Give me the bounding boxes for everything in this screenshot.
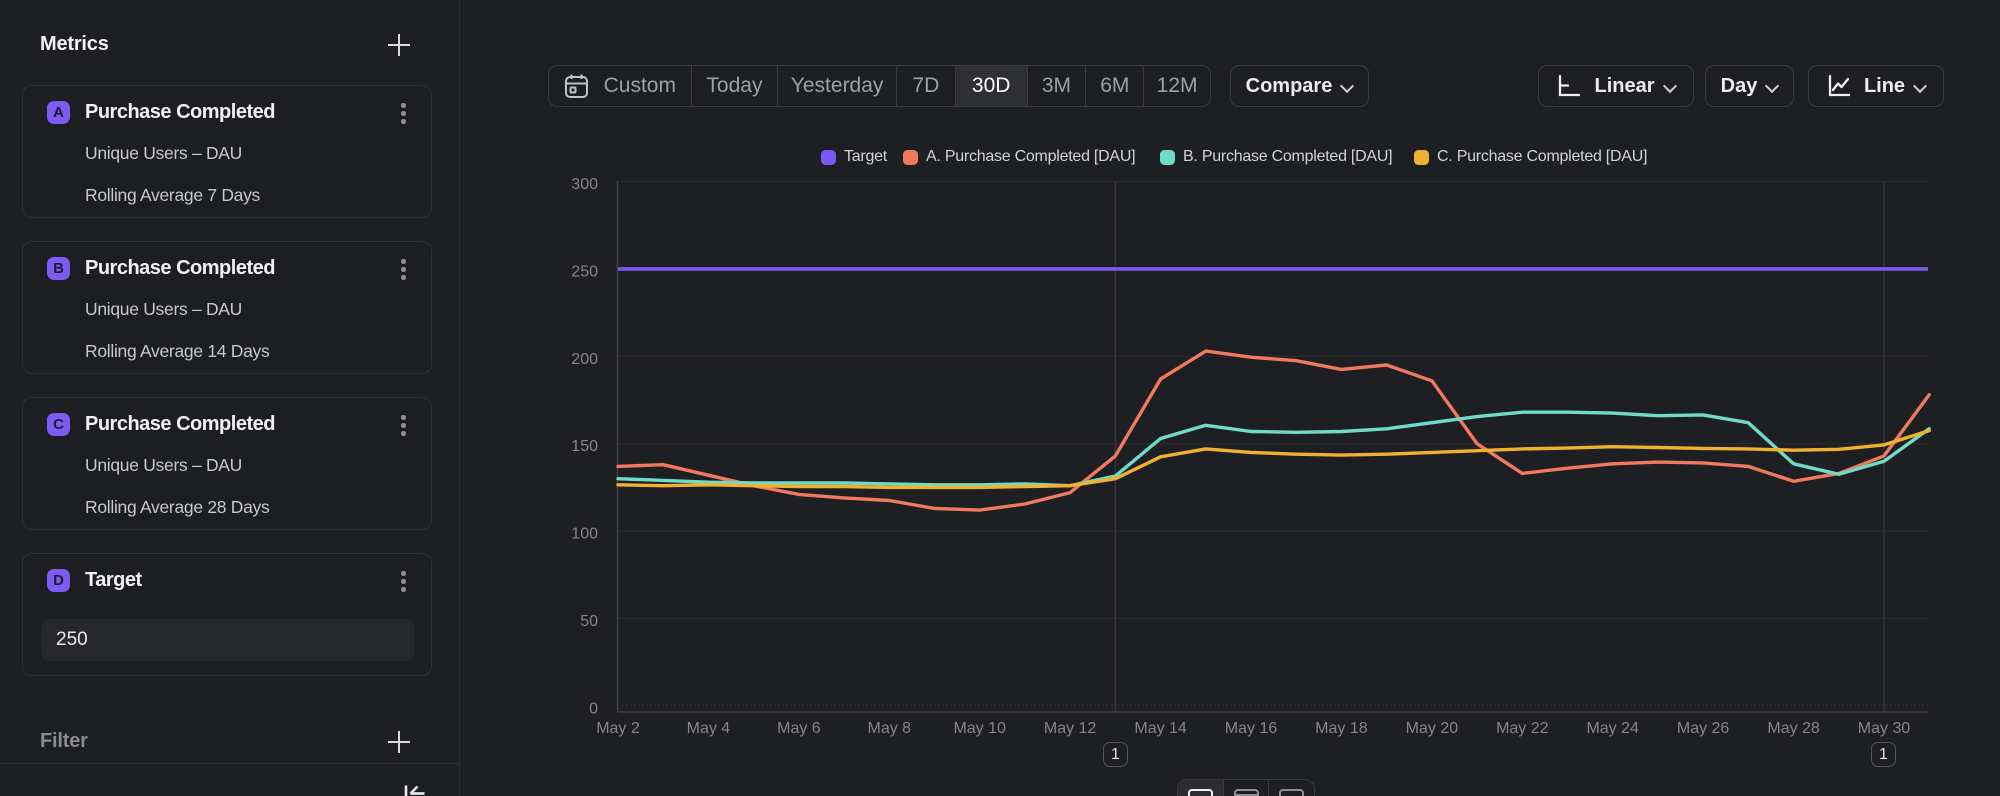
svg-text:May 2: May 2 xyxy=(596,720,640,737)
svg-text:May 10: May 10 xyxy=(953,720,1006,737)
svg-text:May 18: May 18 xyxy=(1315,720,1368,737)
svg-text:250: 250 xyxy=(571,263,598,280)
svg-text:100: 100 xyxy=(571,526,598,543)
svg-text:May 6: May 6 xyxy=(777,720,821,737)
svg-text:May 24: May 24 xyxy=(1586,720,1639,737)
svg-text:150: 150 xyxy=(571,438,598,455)
svg-text:300: 300 xyxy=(571,176,598,193)
svg-text:May 14: May 14 xyxy=(1134,720,1187,737)
svg-text:May 12: May 12 xyxy=(1044,720,1097,737)
svg-text:200: 200 xyxy=(571,351,598,368)
svg-text:May 16: May 16 xyxy=(1225,720,1278,737)
svg-text:50: 50 xyxy=(580,613,598,630)
svg-text:May 22: May 22 xyxy=(1496,720,1549,737)
svg-text:May 26: May 26 xyxy=(1677,720,1730,737)
svg-text:May 20: May 20 xyxy=(1406,720,1459,737)
svg-text:May 28: May 28 xyxy=(1767,720,1820,737)
svg-text:May 30: May 30 xyxy=(1858,720,1911,737)
svg-text:May 8: May 8 xyxy=(868,720,912,737)
svg-text:0: 0 xyxy=(589,700,598,717)
svg-text:May 4: May 4 xyxy=(687,720,731,737)
